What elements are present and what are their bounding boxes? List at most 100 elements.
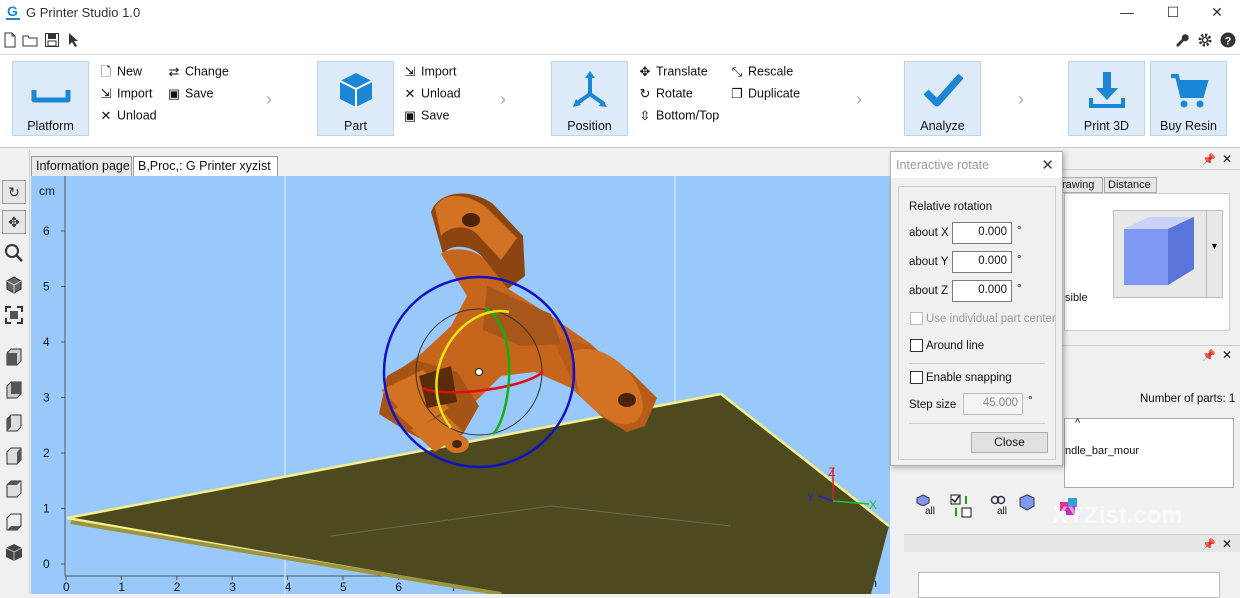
- dropdown-arrow-icon[interactable]: ▼: [1206, 211, 1222, 297]
- gizmo-center[interactable]: [475, 368, 483, 376]
- buy-resin-button[interactable]: Buy Resin: [1150, 61, 1227, 136]
- pointer-icon[interactable]: [66, 32, 82, 48]
- pin-icon[interactable]: 📌: [1202, 153, 1216, 166]
- gear-icon[interactable]: [1197, 32, 1213, 48]
- pin-icon[interactable]: 📌: [1202, 349, 1216, 362]
- platform-unload-button[interactable]: ✕ Unload: [98, 108, 157, 128]
- close-window-button[interactable]: ✕: [1194, 0, 1240, 25]
- rotate-view-button[interactable]: ↻: [2, 180, 26, 204]
- watermark: XYZist.com: [1052, 502, 1183, 529]
- all-toggle-button[interactable]: all: [990, 494, 1012, 518]
- blue-cube-icon: [1124, 217, 1194, 285]
- 3d-viewport[interactable]: cm 0123456 01234567891011121314 cm: [31, 176, 890, 594]
- panel-close-icon[interactable]: ✕: [1222, 537, 1232, 551]
- view-bottom-button[interactable]: [2, 511, 26, 535]
- view-top-button[interactable]: [2, 478, 26, 502]
- view-left-button[interactable]: [2, 412, 26, 436]
- maximize-button[interactable]: ☐: [1150, 0, 1196, 25]
- bottom-panel-field[interactable]: [918, 572, 1220, 598]
- select-all-button[interactable]: all: [916, 494, 938, 518]
- bottom-top-button[interactable]: ⇳ Bottom/Top: [637, 108, 720, 128]
- around-line-checkbox[interactable]: [910, 339, 923, 352]
- svg-text:?: ?: [1225, 36, 1232, 48]
- step-size-input[interactable]: 45.000: [963, 393, 1023, 415]
- fit-view-button[interactable]: [2, 304, 26, 328]
- 3d-part[interactable]: [379, 193, 657, 453]
- view-back-button[interactable]: [2, 379, 26, 403]
- new-file-icon[interactable]: [2, 32, 18, 48]
- platform-save-button[interactable]: ▣ Save: [166, 86, 214, 106]
- part-save-button[interactable]: ▣ Save: [402, 108, 450, 128]
- enable-snapping-label: Enable snapping: [926, 372, 1012, 384]
- about-x-label: about X: [909, 227, 949, 239]
- duplicate-button[interactable]: ❐ Duplicate: [729, 86, 800, 106]
- tab-information-page[interactable]: Information page: [31, 156, 132, 176]
- tab-drawing[interactable]: rawing: [1059, 177, 1103, 193]
- use-individual-center-checkbox[interactable]: [910, 312, 923, 325]
- close-button[interactable]: Close: [971, 432, 1048, 453]
- use-individual-center-label: Use individual part center: [926, 313, 1056, 325]
- panel-close-icon[interactable]: ✕: [1222, 152, 1232, 166]
- dialog-title: Interactive rotate: [891, 152, 1062, 178]
- position-button[interactable]: Position: [551, 61, 628, 136]
- new-file-icon: 🗋: [100, 64, 112, 79]
- view-right-button[interactable]: [2, 445, 26, 469]
- import-icon: ⇲: [404, 64, 416, 79]
- cube-visibility-button[interactable]: [1018, 494, 1040, 518]
- scroll-up-icon[interactable]: ^: [1075, 417, 1080, 429]
- wrench-icon[interactable]: [1174, 32, 1190, 48]
- about-y-input[interactable]: 0.000: [952, 251, 1012, 273]
- cube-select-icon: [916, 494, 930, 507]
- y-tick-label: 4: [43, 335, 50, 349]
- help-icon[interactable]: ?: [1220, 32, 1236, 48]
- chevron-right-icon: ›: [856, 89, 862, 109]
- download-tray-icon: [1089, 72, 1125, 108]
- duplicate-icon: ❐: [731, 86, 743, 101]
- relative-rotation-label: Relative rotation: [909, 201, 993, 213]
- save-icon[interactable]: [44, 32, 60, 48]
- view-front-button[interactable]: [2, 346, 26, 370]
- pan-view-button[interactable]: ✥: [2, 210, 26, 234]
- print-3d-button[interactable]: Print 3D: [1068, 61, 1145, 136]
- tab-distance[interactable]: Distance: [1104, 177, 1157, 193]
- rotate-button[interactable]: ↻ Rotate: [637, 86, 693, 106]
- x-tick-label: 2: [174, 580, 181, 594]
- cube-back-icon: [6, 381, 22, 399]
- part-unload-button[interactable]: ✕ Unload: [402, 86, 461, 106]
- open-folder-icon[interactable]: [22, 32, 38, 48]
- tab-printer-view[interactable]: B,Proc,: G Printer xyzist: [133, 156, 278, 176]
- x-tick-label: 5: [340, 580, 347, 594]
- translate-button[interactable]: ✥ Translate: [637, 64, 708, 84]
- magnifier-icon: [5, 244, 23, 262]
- chevron-right-icon: ›: [1018, 89, 1024, 109]
- material-preview[interactable]: ▼: [1113, 210, 1223, 298]
- part-name[interactable]: ndle_bar_mour: [1065, 445, 1139, 457]
- part-button[interactable]: Part: [317, 61, 394, 136]
- iso-view-button[interactable]: [2, 274, 26, 298]
- about-y-label: about Y: [909, 256, 949, 268]
- pin-icon[interactable]: 📌: [1202, 538, 1216, 551]
- enable-snapping-checkbox[interactable]: [910, 371, 923, 384]
- view-iso-button[interactable]: [2, 541, 26, 565]
- svg-text:X: X: [869, 498, 877, 512]
- zoom-button[interactable]: [2, 242, 26, 266]
- minimize-button[interactable]: —: [1104, 0, 1150, 25]
- render-preview-area: sible ▼: [1064, 193, 1230, 331]
- scene-svg[interactable]: cm 0123456 01234567891011121314 cm: [31, 176, 890, 594]
- toggle-check-button[interactable]: [950, 494, 972, 518]
- about-x-input[interactable]: 0.000: [952, 222, 1012, 244]
- about-z-input[interactable]: 0.000: [952, 280, 1012, 302]
- parts-list[interactable]: ^ ndle_bar_mour: [1064, 417, 1234, 488]
- x-tick-label: 3: [229, 580, 236, 594]
- part-import-button[interactable]: ⇲ Import: [402, 64, 457, 84]
- panel-close-icon[interactable]: ✕: [1222, 348, 1232, 362]
- rotate-view-icon: ↻: [8, 184, 20, 200]
- analyze-button[interactable]: Analyze: [904, 61, 981, 136]
- platform-new-button[interactable]: 🗋 New: [98, 64, 142, 84]
- separator: [909, 423, 1045, 424]
- platform-import-button[interactable]: ⇲ Import: [98, 86, 153, 106]
- platform-change-button[interactable]: ⇄ Change: [166, 64, 229, 84]
- platform-button[interactable]: Platform: [12, 61, 89, 136]
- rescale-button[interactable]: ⤡ Rescale: [729, 64, 793, 84]
- dialog-close-icon[interactable]: ✕: [1041, 156, 1054, 174]
